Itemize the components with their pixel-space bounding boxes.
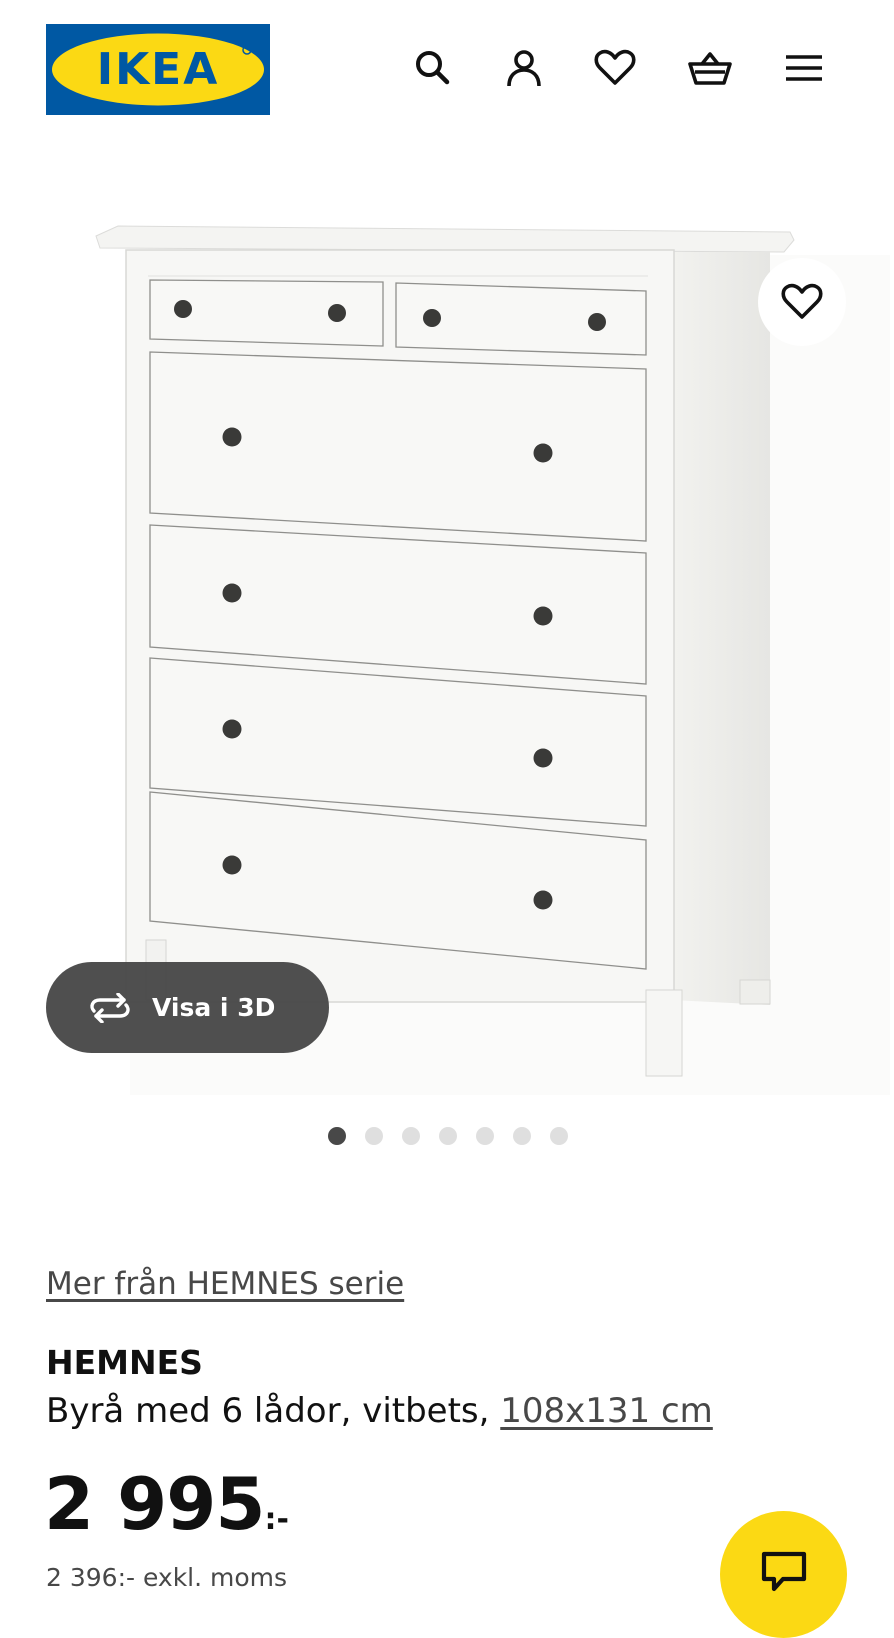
- ikea-logo[interactable]: IKEA: [46, 24, 270, 119]
- chat-icon: [761, 1551, 806, 1592]
- user-icon: [507, 50, 541, 87]
- search-button[interactable]: [409, 44, 457, 92]
- carousel-dot[interactable]: [513, 1127, 531, 1145]
- ikea-logo-text: IKEA: [97, 44, 220, 95]
- product-price: 2 995:-: [44, 1462, 289, 1546]
- basket-button[interactable]: [686, 44, 734, 92]
- chat-button[interactable]: [720, 1511, 847, 1638]
- carousel-dot[interactable]: [365, 1127, 383, 1145]
- menu-button[interactable]: [780, 44, 828, 92]
- view-in-3d-label: Visa i 3D: [152, 993, 276, 1022]
- product-name: HEMNES: [46, 1343, 203, 1382]
- heart-icon: [594, 49, 636, 85]
- product-description: Byrå med 6 lådor, vitbets, 108x131 cm: [46, 1391, 713, 1431]
- carousel-dot[interactable]: [439, 1127, 457, 1145]
- search-icon: [416, 51, 450, 85]
- rotate-3d-icon: [86, 992, 136, 1023]
- favorite-button[interactable]: [758, 258, 846, 346]
- series-link[interactable]: Mer från HEMNES serie: [46, 1266, 404, 1302]
- carousel-dot[interactable]: [402, 1127, 420, 1145]
- wishlist-button[interactable]: [591, 44, 639, 92]
- carousel-dot[interactable]: [328, 1127, 346, 1145]
- price-excl-vat: 2 396:- exkl. moms: [46, 1563, 288, 1592]
- profile-button[interactable]: [500, 44, 548, 92]
- menu-icon: [786, 55, 822, 81]
- header: IKEA: [0, 0, 894, 140]
- carousel-dot[interactable]: [476, 1127, 494, 1145]
- product-dimensions-link[interactable]: 108x131 cm: [500, 1391, 713, 1431]
- carousel-dot[interactable]: [550, 1127, 568, 1145]
- carousel-indicator: [0, 1127, 894, 1147]
- basket-icon: [688, 52, 732, 85]
- view-in-3d-button[interactable]: Visa i 3D: [46, 962, 329, 1053]
- price-suffix: :-: [264, 1502, 289, 1537]
- heart-icon: [781, 283, 823, 319]
- price-amount: 2 995: [44, 1462, 265, 1546]
- product-description-text: Byrå med 6 lådor, vitbets,: [46, 1391, 501, 1431]
